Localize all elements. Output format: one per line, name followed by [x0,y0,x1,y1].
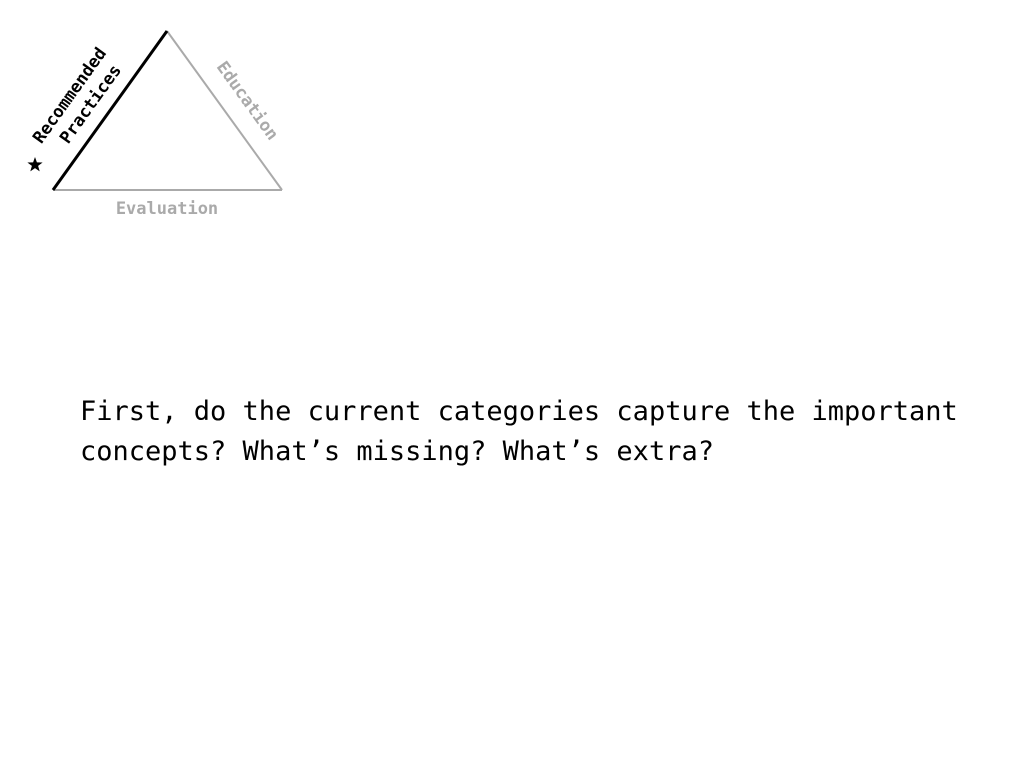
education-label: Education [212,58,282,144]
triangle-diagram: Recommended Practices Education Evaluati… [27,30,283,219]
question-text: First, do the current categories capture… [80,396,958,467]
star-icon [27,157,43,172]
evaluation-label: Evaluation [116,199,218,219]
